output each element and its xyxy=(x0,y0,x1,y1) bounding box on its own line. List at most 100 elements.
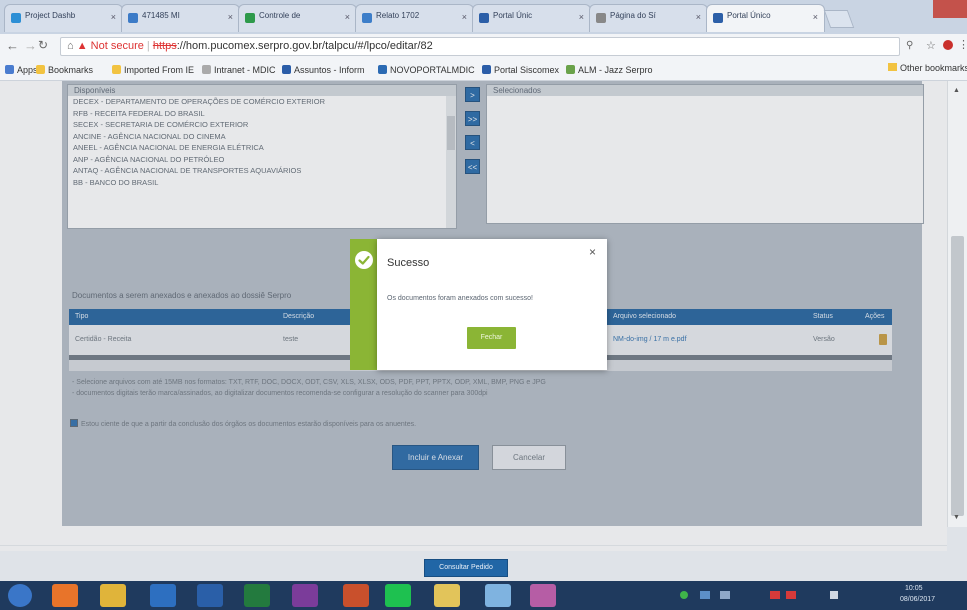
tab-favicon-icon xyxy=(128,13,138,23)
tab-title: 471485 MI xyxy=(142,11,180,20)
tab-favicon-icon xyxy=(11,13,21,23)
close-icon[interactable]: × xyxy=(589,245,596,259)
windows-start-icon[interactable] xyxy=(8,584,32,607)
word-icon[interactable] xyxy=(197,584,223,607)
explorer-icon[interactable] xyxy=(434,584,460,607)
clock-date[interactable]: 08/06/2017 xyxy=(900,596,935,603)
tab-title: Controle de xyxy=(259,11,301,20)
clock-time[interactable]: 10:05 xyxy=(905,585,923,592)
bookmark-label: NOVOPORTALMDIC xyxy=(390,65,475,75)
page-scroll-thumb[interactable] xyxy=(951,236,964,516)
tab-close-icon[interactable]: × xyxy=(579,12,584,22)
tab-favicon-icon xyxy=(362,13,372,23)
not-secure-warning-icon[interactable]: ▲ xyxy=(77,40,88,52)
chrome-icon[interactable] xyxy=(100,584,126,607)
tray-red-icon-2[interactable] xyxy=(786,591,796,599)
browser-tab[interactable]: Portal Únic × xyxy=(472,4,591,32)
consultar-pedido-button-fixed[interactable]: Consultar Pedido xyxy=(424,559,508,577)
excel-icon[interactable] xyxy=(244,584,270,607)
onenote-icon[interactable] xyxy=(292,584,318,607)
firefox-icon[interactable] xyxy=(52,584,78,607)
tab-close-icon[interactable]: × xyxy=(345,12,350,22)
url-text: ://hom.pucomex.serpro.gov.br/talpcu/#/lp… xyxy=(176,40,433,52)
bookmark-item[interactable]: Intranet - MDIC xyxy=(202,63,276,77)
tab-title: Portal Únic xyxy=(493,11,533,20)
tab-close-icon[interactable]: × xyxy=(696,12,701,22)
menu-icon[interactable]: ⋮ xyxy=(958,38,967,51)
bookmark-item[interactable]: NOVOPORTALMDIC xyxy=(378,63,475,77)
page-scrollbar[interactable]: ▲ ▼ xyxy=(947,81,967,527)
notes-icon[interactable] xyxy=(485,584,511,607)
modal-title: Sucesso xyxy=(387,257,430,269)
bookmark-icon xyxy=(566,65,575,74)
tab-title: Página do Sí xyxy=(610,11,656,20)
bookmark-item[interactable]: ALM - Jazz Serpro xyxy=(566,63,653,77)
other-bookmarks[interactable]: Other bookmarks xyxy=(888,63,967,73)
bookmark-label: Assuntos - Inform xyxy=(294,65,365,75)
bookmark-icon xyxy=(112,65,121,74)
tab-title: Portal Único xyxy=(727,11,771,20)
bookmarks-bar: Apps Bookmarks Imported From IE Intranet - … xyxy=(0,60,967,81)
scroll-down-icon[interactable]: ▼ xyxy=(953,514,960,521)
tab-close-icon[interactable]: × xyxy=(462,12,467,22)
tray-network-icon[interactable] xyxy=(700,591,710,599)
star-icon[interactable]: ☆ xyxy=(926,39,936,52)
tray-app-icon[interactable] xyxy=(720,591,730,599)
browser-tab[interactable]: Página do Sí × xyxy=(589,4,708,32)
bookmark-item[interactable]: Apps xyxy=(5,63,38,77)
not-secure-label[interactable]: Not secure xyxy=(91,40,144,52)
bookmark-label: Apps xyxy=(17,65,38,75)
new-tab-button[interactable] xyxy=(823,10,855,28)
page-footer-divider xyxy=(0,545,947,546)
url-omnibox[interactable]: ⌂ ▲ Not secure | https://hom.pucomex.ser… xyxy=(60,37,900,56)
browser-tab[interactable]: Controle de × xyxy=(238,4,357,32)
powerpoint-icon[interactable] xyxy=(343,584,369,607)
extension-icon[interactable] xyxy=(943,40,953,50)
outlook-icon[interactable] xyxy=(150,584,176,607)
bookmark-item[interactable]: Portal Siscomex xyxy=(482,63,559,77)
bookmark-label: Imported From IE xyxy=(124,65,195,75)
maximize-icon[interactable] xyxy=(905,5,929,19)
back-icon[interactable]: ← xyxy=(6,38,19,53)
tab-title: Project Dashb xyxy=(25,11,76,20)
snipping-icon[interactable] xyxy=(530,584,556,607)
spotify-icon[interactable] xyxy=(385,584,411,607)
browser-tab[interactable]: Portal Único × xyxy=(706,4,825,32)
scroll-up-icon[interactable]: ▲ xyxy=(953,87,960,94)
tab-close-icon[interactable]: × xyxy=(228,12,233,22)
close-window-icon[interactable] xyxy=(933,0,967,18)
bookmark-icon xyxy=(282,65,291,74)
bookmark-item[interactable]: Imported From IE xyxy=(112,63,194,77)
bookmark-icon xyxy=(482,65,491,74)
bookmark-label: Portal Siscomex xyxy=(494,65,560,75)
address-bar-row: ← → ↻ ⌂ ▲ Not secure | https://hom.pucom… xyxy=(0,34,967,61)
browser-tab-strip: Project Dashb × 471485 MI × Controle de × Rela… xyxy=(0,0,967,34)
modal-ok-button[interactable]: Fechar xyxy=(467,327,516,349)
tab-favicon-icon xyxy=(245,13,255,23)
zoom-icon[interactable]: ⚲ xyxy=(906,40,913,51)
browser-tab[interactable]: Relato 1702 × xyxy=(355,4,474,32)
tab-favicon-icon xyxy=(479,13,489,23)
bookmark-item[interactable]: Assuntos - Inform xyxy=(282,63,365,77)
tray-volume-icon[interactable] xyxy=(830,591,838,599)
tab-favicon-icon xyxy=(713,13,723,23)
browser-tab[interactable]: Project Dashb × xyxy=(4,4,123,32)
bookmark-item[interactable]: Bookmarks xyxy=(36,63,93,77)
modal-message: Os documentos foram anexados com sucesso… xyxy=(387,295,533,302)
tab-close-icon[interactable]: × xyxy=(813,12,818,22)
home-icon[interactable]: ⌂ xyxy=(67,40,77,52)
bookmark-icon xyxy=(5,65,14,74)
forward-icon[interactable]: → xyxy=(24,38,37,53)
tray-red-icon[interactable] xyxy=(770,591,780,599)
minimize-icon[interactable] xyxy=(875,5,899,19)
browser-tab[interactable]: 471485 MI × xyxy=(121,4,240,32)
url-scheme: https xyxy=(152,40,177,52)
tab-close-icon[interactable]: × xyxy=(111,12,116,22)
bookmark-icon xyxy=(202,65,211,74)
bookmark-label: Intranet - MDIC xyxy=(214,65,276,75)
other-bookmarks-label: Other bookmarks xyxy=(900,63,967,73)
success-check-icon xyxy=(355,251,373,269)
tray-green-icon[interactable] xyxy=(680,591,688,599)
reload-icon[interactable]: ↻ xyxy=(38,38,48,52)
bookmark-label: Bookmarks xyxy=(48,65,94,75)
